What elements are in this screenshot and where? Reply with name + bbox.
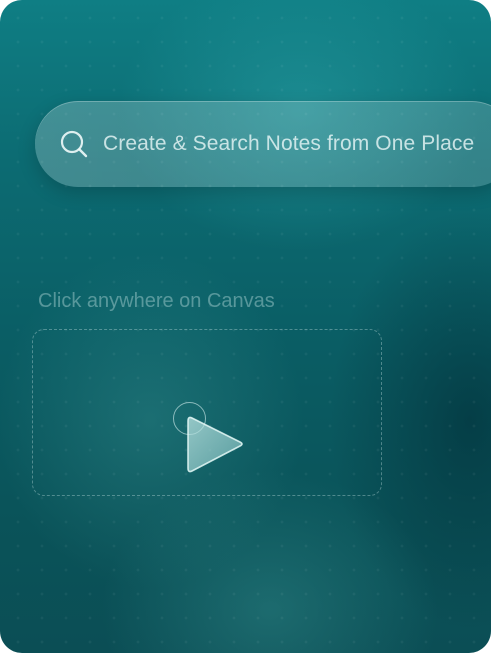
play-cursor-icon: [187, 416, 243, 473]
background-dot-grid: [0, 0, 491, 653]
search-bar[interactable]: Create & Search Notes from One Place: [35, 101, 491, 187]
app-window: Create & Search Notes from One Place Cli…: [0, 0, 491, 653]
search-input-text[interactable]: Create & Search Notes from One Place: [103, 132, 474, 156]
search-icon: [60, 130, 88, 158]
canvas-hint-label: Click anywhere on Canvas: [38, 290, 275, 312]
